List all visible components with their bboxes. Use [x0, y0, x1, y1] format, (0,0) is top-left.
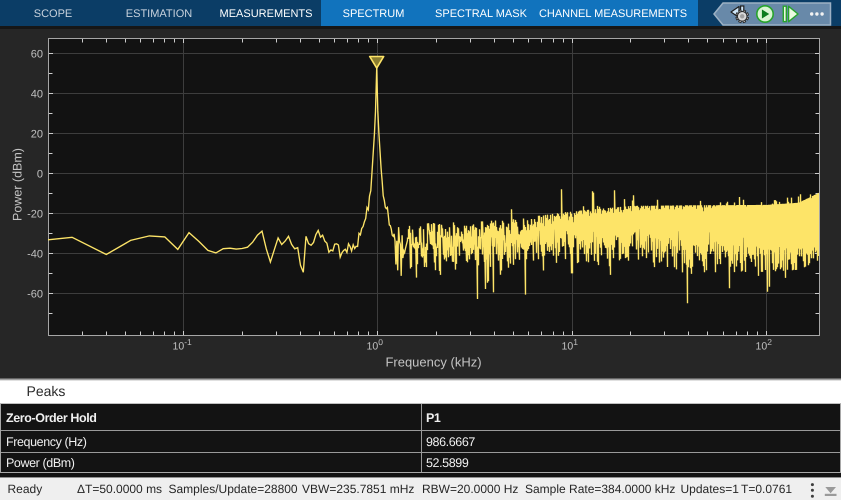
svg-text:0: 0: [37, 168, 43, 180]
svg-text:Frequency (kHz): Frequency (kHz): [385, 355, 481, 370]
svg-text:40: 40: [31, 88, 43, 100]
svg-text:-40: -40: [27, 248, 43, 260]
svg-text:20: 20: [31, 128, 43, 140]
svg-text:-60: -60: [27, 288, 43, 300]
svg-text:Power (dBm): Power (dBm): [11, 148, 25, 221]
svg-text:60: 60: [31, 48, 43, 60]
svg-text:-20: -20: [27, 208, 43, 220]
